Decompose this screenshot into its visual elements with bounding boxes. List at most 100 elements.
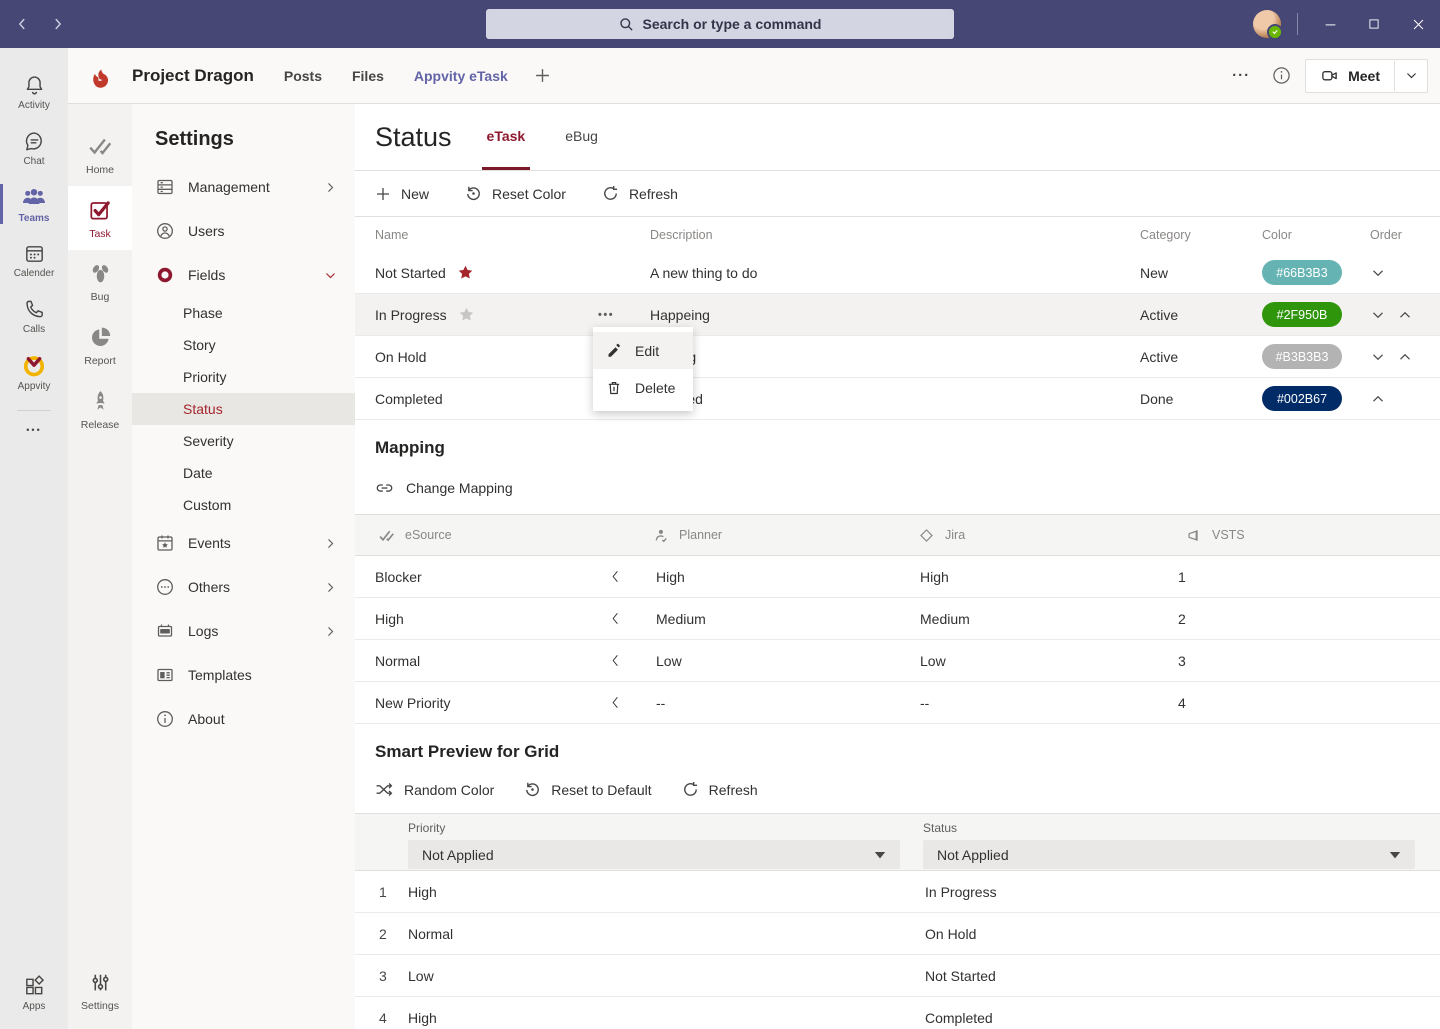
nav-management[interactable]: Management (132, 165, 355, 209)
col-color: Color (1262, 228, 1370, 242)
color-pill[interactable]: #002B67 (1262, 386, 1342, 411)
module-task[interactable]: Task (68, 186, 132, 250)
mapping-row: Blocker High High 1 (355, 556, 1440, 598)
logs-icon (155, 621, 175, 641)
history-nav (12, 14, 68, 34)
module-release[interactable]: Release (68, 378, 132, 442)
fields-icon (155, 265, 175, 285)
back-button[interactable] (12, 14, 32, 34)
module-bug[interactable]: Bug (68, 250, 132, 314)
preview-filters: Priority Not Applied Status Not Applied (355, 813, 1440, 871)
close-button[interactable] (1396, 0, 1440, 48)
reset-color-button[interactable]: Reset Color (465, 185, 566, 202)
status-select[interactable]: Not Applied (923, 840, 1415, 869)
nav-field-status[interactable]: Status (132, 393, 355, 425)
status-toolbar: New Reset Color Refresh (355, 171, 1440, 217)
info-icon[interactable] (1272, 66, 1291, 85)
nav-templates[interactable]: Templates (132, 653, 355, 697)
star-filled-icon[interactable] (457, 264, 474, 281)
tab-posts[interactable]: Posts (284, 68, 322, 84)
nav-field-custom[interactable]: Custom (132, 489, 355, 521)
nav-events[interactable]: Events (132, 521, 355, 565)
color-pill[interactable]: #2F950B (1262, 302, 1342, 327)
map-chevron-left-icon (608, 611, 623, 626)
forward-button[interactable] (48, 14, 68, 34)
double-check-icon (87, 133, 113, 159)
color-pill[interactable]: #66B3B3 (1262, 260, 1342, 285)
menu-edit[interactable]: Edit (593, 332, 693, 369)
color-pill[interactable]: #B3B3B3 (1262, 344, 1342, 369)
sidebar-item-activity[interactable]: Activity (0, 64, 68, 120)
nav-about[interactable]: About (132, 697, 355, 741)
calendar-icon (23, 242, 46, 265)
order-up-icon[interactable] (1397, 307, 1413, 323)
order-up-icon[interactable] (1397, 349, 1413, 365)
sidebar-item-chat[interactable]: Chat (0, 120, 68, 176)
order-down-icon[interactable] (1370, 265, 1386, 281)
sidebar-item-apps[interactable]: Apps (0, 965, 68, 1021)
sidebar-item-appvity[interactable]: Appvity (0, 344, 68, 400)
nav-field-phase[interactable]: Phase (132, 297, 355, 329)
avatar[interactable] (1253, 10, 1281, 38)
change-mapping-button[interactable]: Change Mapping (355, 462, 1440, 514)
tab-appvity-etask[interactable]: Appvity eTask (414, 68, 508, 84)
meet-label: Meet (1348, 68, 1380, 84)
nav-field-severity[interactable]: Severity (132, 425, 355, 457)
reset-to-default-button[interactable]: Reset to Default (524, 781, 651, 798)
rocket-icon (88, 389, 113, 414)
more-apps-icon[interactable]: ••• (26, 425, 41, 435)
nav-field-date[interactable]: Date (132, 457, 355, 489)
nav-field-story[interactable]: Story (132, 329, 355, 361)
meet-options-button[interactable] (1395, 60, 1427, 92)
bell-icon (23, 74, 46, 97)
tab-ebug[interactable]: eBug (560, 104, 603, 170)
appvity-logo-icon (21, 352, 47, 378)
tab-etask[interactable]: eTask (482, 104, 531, 170)
add-tab-button[interactable] (534, 67, 551, 84)
maximize-icon (1368, 18, 1380, 30)
priority-select[interactable]: Not Applied (408, 840, 900, 869)
new-button[interactable]: New (375, 186, 429, 202)
order-up-icon[interactable] (1370, 391, 1386, 407)
etask-module-rail: Home Task Bug Report Release (68, 104, 132, 1029)
chevron-down-icon (324, 269, 337, 282)
random-color-button[interactable]: Random Color (375, 781, 494, 798)
sidebar-item-teams[interactable]: Teams (0, 176, 68, 232)
esource-icon (378, 527, 395, 544)
refresh-button[interactable]: Refresh (602, 185, 678, 202)
nav-logs[interactable]: Logs (132, 609, 355, 653)
nav-fields[interactable]: Fields (132, 253, 355, 297)
nav-users[interactable]: Users (132, 209, 355, 253)
presence-available-icon (1267, 24, 1283, 40)
sidebar-item-calendar[interactable]: Calender (0, 232, 68, 288)
module-report[interactable]: Report (68, 314, 132, 378)
order-down-icon[interactable] (1370, 307, 1386, 323)
preview-row: 3 Low Not Started (355, 955, 1440, 997)
command-search-input[interactable]: Search or type a command (486, 9, 954, 39)
col-order: Order (1370, 228, 1440, 242)
user-circle-icon (155, 221, 175, 241)
team-name: Project Dragon (132, 66, 254, 86)
close-icon (1412, 18, 1425, 31)
order-down-icon[interactable] (1370, 349, 1386, 365)
tab-files[interactable]: Files (352, 68, 384, 84)
team-logo-dragon (88, 63, 114, 89)
module-settings[interactable]: Settings (68, 959, 132, 1023)
chevron-right-icon (324, 581, 337, 594)
star-outline-icon[interactable] (458, 306, 475, 323)
sidebar-item-calls[interactable]: Calls (0, 288, 68, 344)
chat-icon (23, 130, 46, 153)
smart-preview-toolbar: Random Color Reset to Default Refresh (355, 766, 1440, 813)
module-home[interactable]: Home (68, 122, 132, 186)
nav-others[interactable]: Others (132, 565, 355, 609)
meet-button[interactable]: Meet (1305, 59, 1428, 93)
link-icon (375, 479, 394, 498)
trash-icon (606, 380, 622, 396)
teams-app-rail: Activity Chat Teams Calender Calls Appvi… (0, 48, 68, 1029)
nav-field-priority[interactable]: Priority (132, 361, 355, 393)
channel-more-button[interactable]: ··· (1232, 67, 1250, 84)
menu-delete[interactable]: Delete (593, 369, 693, 406)
minimize-button[interactable] (1308, 0, 1352, 48)
maximize-button[interactable] (1352, 0, 1396, 48)
preview-refresh-button[interactable]: Refresh (682, 781, 758, 798)
